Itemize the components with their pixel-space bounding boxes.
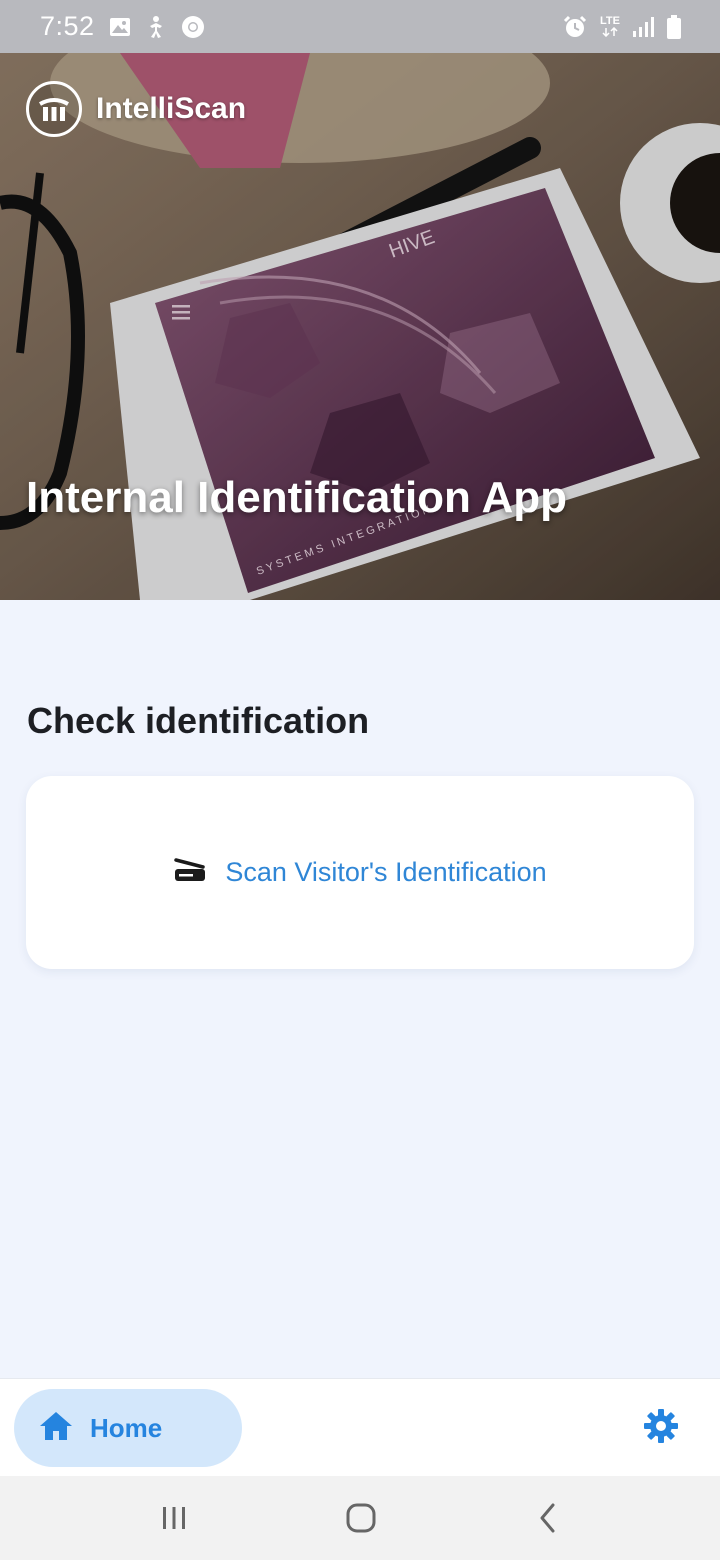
bottom-navigation: Home — [0, 1378, 720, 1476]
image-icon — [109, 17, 131, 37]
scan-visitor-id-button[interactable]: Scan Visitor's Identification — [26, 776, 694, 969]
brand-name: IntelliScan — [96, 92, 247, 125]
home-icon — [38, 1410, 74, 1447]
lte-label: LTE — [600, 15, 620, 27]
chrome-icon — [181, 15, 205, 39]
section-title: Check identification — [27, 700, 370, 741]
settings-button[interactable] — [636, 1403, 686, 1453]
alarm-icon — [562, 15, 588, 39]
nav-tab-home-label: Home — [90, 1412, 163, 1443]
intelliscan-logo-icon — [26, 81, 82, 137]
status-left: 7:52 — [40, 11, 205, 42]
hero-banner: HIVE SYSTEMS INTEGRATION IntelliScan Int… — [0, 53, 720, 600]
back-icon — [534, 1502, 562, 1539]
status-right: LTE — [562, 14, 682, 40]
lte-icon: LTE — [600, 16, 620, 37]
accessibility-icon — [145, 15, 167, 39]
page-title: Internal Identification App — [26, 473, 568, 522]
nav-tab-home[interactable]: Home — [14, 1389, 242, 1467]
scan-visitor-id-label: Scan Visitor's Identification — [225, 857, 547, 887]
status-bar: 7:52 LTE — [0, 0, 720, 53]
scanner-icon — [173, 857, 207, 888]
system-home-button[interactable] — [339, 1498, 383, 1542]
back-button[interactable] — [526, 1498, 570, 1542]
home-circle-icon — [345, 1502, 377, 1539]
recent-apps-button[interactable] — [152, 1498, 196, 1542]
battery-icon — [666, 14, 682, 40]
system-navigation-bar — [0, 1476, 720, 1560]
gear-icon — [643, 1408, 679, 1449]
recent-apps-icon — [160, 1504, 188, 1537]
brand: IntelliScan — [26, 81, 246, 137]
status-time: 7:52 — [40, 11, 95, 41]
signal-icon — [632, 16, 654, 38]
